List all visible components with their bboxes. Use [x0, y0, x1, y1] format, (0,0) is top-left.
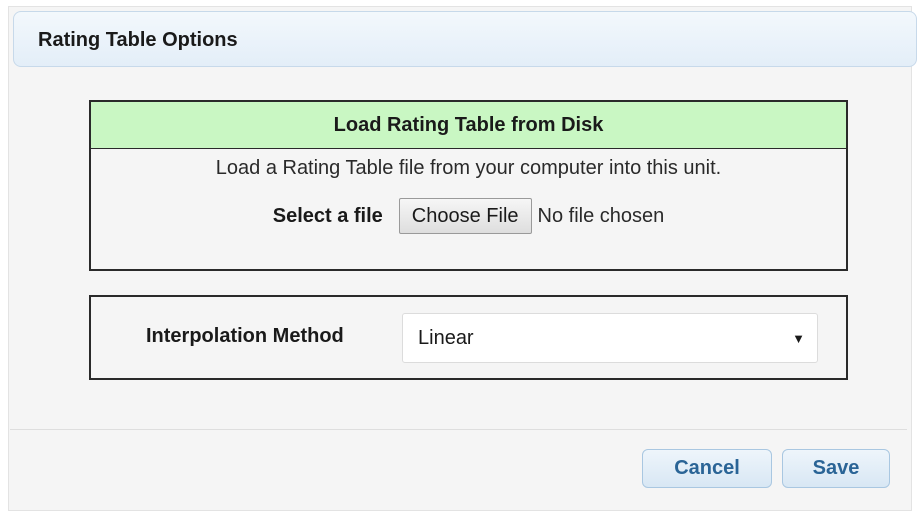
cancel-button[interactable]: Cancel [642, 449, 772, 488]
select-file-label: Select a file [272, 204, 383, 227]
interpolation-selected-value: Linear [418, 327, 474, 349]
interpolation-method-select[interactable]: Linear ▼ [402, 313, 818, 363]
file-status-text: No file chosen [537, 204, 665, 227]
interpolation-method-label: Interpolation Method [146, 325, 344, 347]
dialog-header: Rating Table Options [13, 11, 917, 67]
footer-divider [10, 429, 907, 430]
load-panel-heading: Load Rating Table from Disk [91, 102, 846, 149]
file-select-row: Select a file Choose File No file chosen [91, 198, 846, 234]
dropdown-arrow-icon: ▼ [792, 331, 805, 346]
interpolation-panel: Interpolation Method Linear ▼ [89, 295, 848, 380]
save-button[interactable]: Save [782, 449, 890, 488]
load-rating-table-panel: Load Rating Table from Disk Load a Ratin… [89, 100, 848, 271]
choose-file-button[interactable]: Choose File [398, 198, 532, 234]
dialog-title: Rating Table Options [38, 29, 238, 51]
load-panel-description: Load a Rating Table file from your compu… [215, 157, 722, 179]
